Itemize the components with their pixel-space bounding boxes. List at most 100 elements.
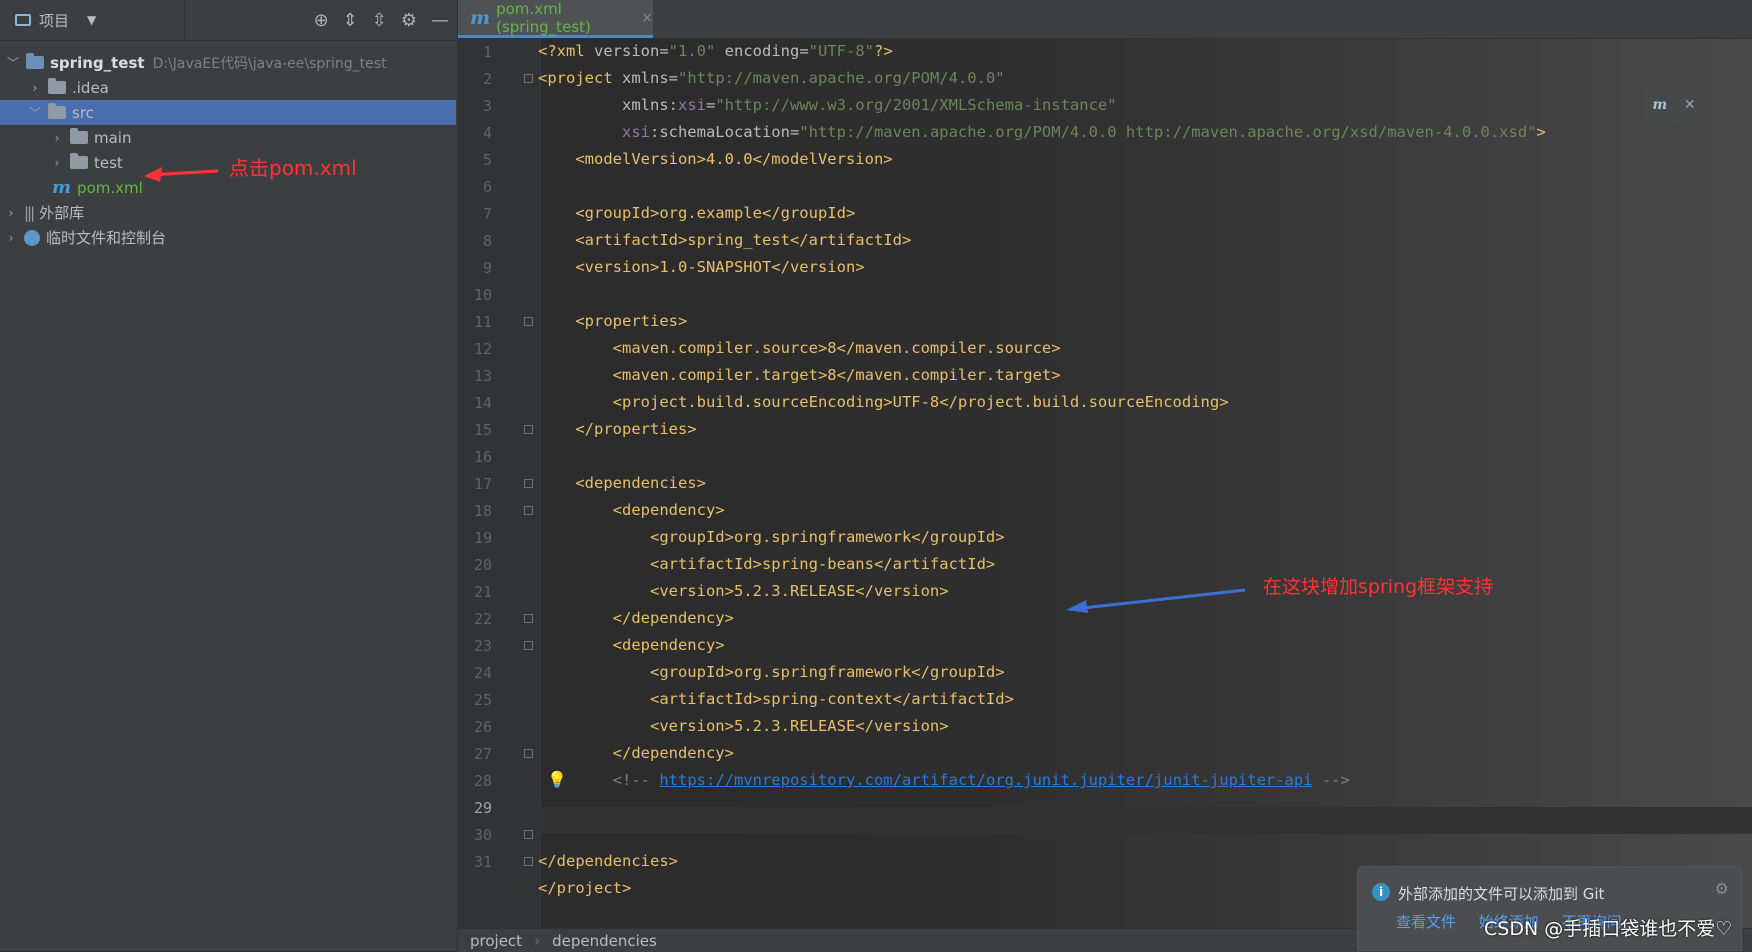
- tree-item-label: src: [72, 103, 94, 122]
- tree-item-external-libraries[interactable]: › ||| 外部库: [0, 200, 456, 225]
- close-icon[interactable]: ×: [641, 10, 653, 26]
- code-line-5: <modelVersion>4.0.0</modelVersion>: [538, 150, 893, 168]
- minimize-icon[interactable]: —: [431, 10, 449, 31]
- fold-marker-icon[interactable]: [524, 317, 533, 326]
- module-folder-icon: [26, 53, 44, 69]
- notification-message: 外部添加的文件可以添加到 Git: [1398, 885, 1605, 903]
- chevron-right-icon[interactable]: ›: [4, 231, 18, 245]
- fold-marker-icon[interactable]: [524, 506, 533, 515]
- fold-marker-icon[interactable]: [524, 749, 533, 758]
- chevron-right-icon[interactable]: ›: [50, 131, 64, 145]
- chevron-right-icon[interactable]: ›: [4, 206, 18, 220]
- fold-marker-icon[interactable]: [524, 857, 533, 866]
- project-panel-title[interactable]: 项目: [39, 10, 69, 31]
- chevron-right-icon[interactable]: ›: [28, 81, 42, 95]
- code-line-22: </dependency>: [538, 609, 734, 627]
- fold-marker-icon[interactable]: [524, 614, 533, 623]
- editor-tabbar: m pom.xml (spring_test) ×: [458, 0, 1752, 39]
- breadcrumb-item-project[interactable]: project: [470, 932, 522, 950]
- project-path: D:\JavaEE代码\java-ee\spring_test: [152, 55, 387, 72]
- line-number: 9: [482, 259, 492, 277]
- line-number: 8: [482, 232, 492, 250]
- gear-icon[interactable]: ⚙: [1715, 879, 1729, 898]
- folder-icon: [70, 128, 88, 144]
- tab-title: pom.xml (spring_test): [496, 0, 591, 36]
- line-number: 19: [473, 529, 492, 547]
- chevron-down-icon[interactable]: ﹀: [28, 104, 42, 121]
- line-number: 26: [473, 718, 492, 736]
- folder-icon: [48, 103, 66, 119]
- line-number: 29: [473, 799, 492, 817]
- watermark: CSDN @手插口袋谁也不爱♡: [1484, 918, 1733, 940]
- line-number: 18: [473, 502, 492, 520]
- line-number: 6: [482, 178, 492, 196]
- line-number: 17: [473, 475, 492, 493]
- tree-item-scratches[interactable]: › 临时文件和控制台: [0, 225, 456, 250]
- project-panel: 项目 ▼ ⊕ ⇕ ⇳ ⚙ — ﹀ spring_test D:\JavaEE代码…: [0, 0, 458, 951]
- code-line-4: xsi:schemaLocation="http://maven.apache.…: [538, 123, 1546, 141]
- code-line-28: <!-- https://mvnrepository.com/artifact/…: [538, 767, 1350, 794]
- project-toolbar: 项目 ▼ ⊕ ⇕ ⇳ ⚙ —: [0, 0, 457, 41]
- line-number: 27: [473, 745, 492, 763]
- line-number: 3: [482, 97, 492, 115]
- fold-marker-icon[interactable]: [524, 641, 533, 650]
- code-line-7: <groupId>org.example</groupId>: [538, 204, 856, 222]
- close-icon[interactable]: ✕: [1684, 97, 1696, 113]
- breadcrumb-item-dependencies[interactable]: dependencies: [552, 932, 657, 950]
- chevron-down-icon[interactable]: ▼: [87, 13, 96, 27]
- tree-item-src[interactable]: ﹀ src: [0, 100, 456, 125]
- fold-marker-icon[interactable]: [524, 425, 533, 434]
- line-number: 30: [473, 826, 492, 844]
- line-number: 22: [473, 610, 492, 628]
- code-line-19: <groupId>org.springframework</groupId>: [538, 528, 1005, 546]
- blue-arrow-annotation: [1066, 588, 1246, 613]
- toolbar-divider: [184, 0, 185, 40]
- line-number: 11: [473, 313, 492, 331]
- line-number: 16: [473, 448, 492, 466]
- tree-item-label: 外部库: [39, 204, 85, 222]
- line-number: 21: [473, 583, 492, 601]
- fold-marker-icon[interactable]: [524, 830, 533, 839]
- maven-reload-button[interactable]: m ✕: [1644, 88, 1704, 122]
- project-tools: ⊕ ⇕ ⇳ ⚙ —: [314, 0, 449, 40]
- annotation-add-spring: 在这块增加spring框架支持: [1263, 576, 1494, 598]
- tree-item-label: pom.xml: [77, 178, 143, 197]
- mvnrepository-link[interactable]: https://mvnrepository.com/artifact/org.j…: [659, 771, 1312, 789]
- line-number: 5: [482, 151, 492, 169]
- view-files-link[interactable]: 查看文件: [1396, 913, 1456, 931]
- code-line-26: <version>5.2.3.RELEASE</version>: [538, 717, 949, 735]
- tree-item-label: test: [94, 153, 123, 172]
- maven-file-icon: m: [52, 177, 72, 198]
- project-window-icon: [15, 14, 31, 26]
- locate-icon[interactable]: ⊕: [314, 10, 329, 31]
- line-gutter: 1 2 3 4 5 6 7 8 9 10 11 12 13 14 15 16 17 18 19 20 21 22 23 24 2…: [458, 38, 541, 928]
- line-number: 25: [473, 691, 492, 709]
- chevron-right-icon[interactable]: ›: [50, 156, 64, 170]
- line-number: 1: [482, 43, 492, 61]
- code-line-9: <version>1.0-SNAPSHOT</version>: [538, 258, 865, 276]
- tree-item-spring-test[interactable]: ﹀ spring_test D:\JavaEE代码\java-ee\spring…: [0, 50, 456, 75]
- code-line-1: <?xml version="1.0" encoding="UTF-8"?>: [538, 42, 893, 60]
- tree-item-main[interactable]: › main: [0, 125, 456, 150]
- code-line-11: <properties>: [538, 312, 688, 330]
- chevron-down-icon[interactable]: ﹀: [6, 54, 20, 71]
- code-line-18: <dependency>: [538, 501, 725, 519]
- line-number: 31: [473, 853, 492, 871]
- gear-icon[interactable]: ⚙: [401, 10, 417, 31]
- code-line-24: <groupId>org.springframework</groupId>: [538, 663, 1005, 681]
- annotation-click-pom: 点击pom.xml: [229, 156, 357, 180]
- code-line-13: <maven.compiler.target>8</maven.compiler…: [538, 366, 1061, 384]
- tab-pom-xml[interactable]: m pom.xml (spring_test) ×: [458, 0, 653, 38]
- expand-all-icon[interactable]: ⇕: [343, 10, 358, 31]
- editor-area: m pom.xml (spring_test) × 1 2 3 4 5 6 7 8 9 10 11 1…: [458, 0, 1752, 951]
- code-line-31: </project>: [538, 879, 632, 897]
- line-number: 7: [482, 205, 492, 223]
- code-line-30: </dependencies>: [538, 852, 678, 870]
- fold-marker-icon[interactable]: [524, 479, 533, 488]
- code-line-27: </dependency>: [538, 744, 734, 762]
- collapse-all-icon[interactable]: ⇳: [372, 10, 387, 31]
- code-line-25: <artifactId>spring-context</artifactId>: [538, 690, 1014, 708]
- fold-marker-icon[interactable]: [524, 74, 533, 83]
- tree-item-idea[interactable]: › .idea: [0, 75, 456, 100]
- lightbulb-icon[interactable]: 💡: [547, 770, 567, 789]
